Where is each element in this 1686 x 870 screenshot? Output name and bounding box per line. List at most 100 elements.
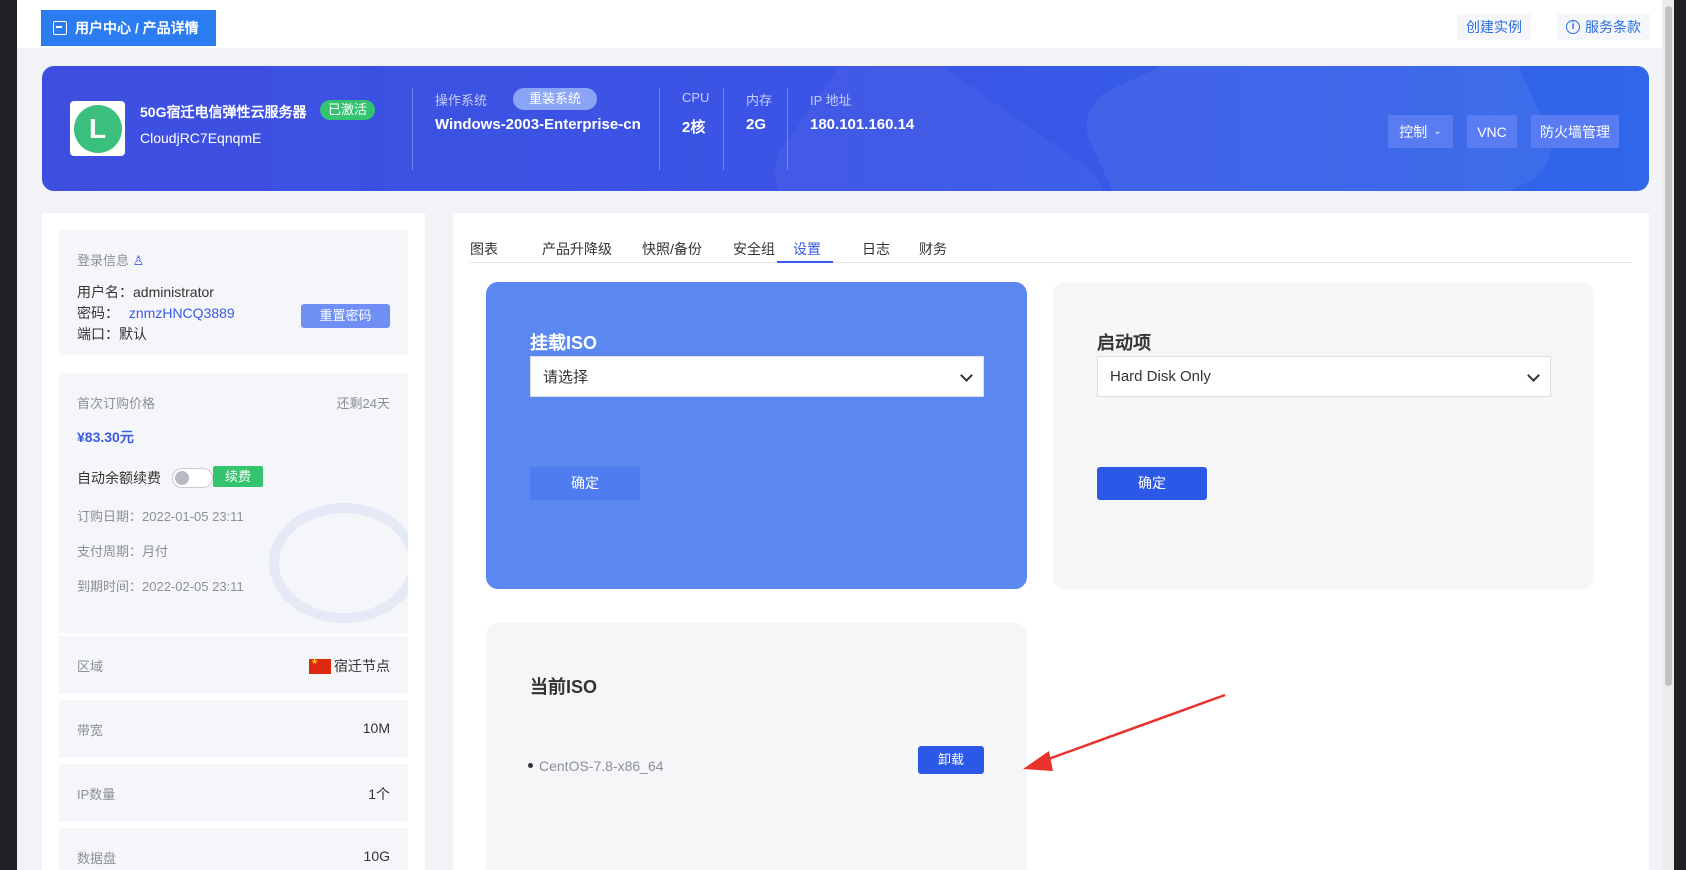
password-row: 密码： znmzHNCQ3889 <box>77 303 235 323</box>
mount-iso-card: 挂载ISO 请选择 确定 <box>486 282 1027 589</box>
chevron-down-icon <box>960 369 973 382</box>
scrollbar[interactable] <box>1662 0 1674 870</box>
status-badge: 已激活 <box>320 100 376 120</box>
info-icon: i <box>1566 20 1580 34</box>
boot-select[interactable]: Hard Disk Only <box>1097 356 1551 397</box>
mount-iso-title: 挂载ISO <box>530 333 598 353</box>
port-label: 端口： <box>77 326 119 342</box>
tab-finance[interactable]: 财务 <box>919 239 947 259</box>
auto-renew-label: 自动余额续费 <box>77 470 161 486</box>
user-icon: ♙ <box>132 253 145 268</box>
data-disk-value: 10G <box>363 848 390 864</box>
reset-password-button[interactable]: 重置密码 <box>301 304 390 328</box>
cpu-label: CPU <box>682 90 710 105</box>
control-label: 控制 <box>1399 123 1428 140</box>
spec-row: 数据盘 10G <box>59 828 408 870</box>
remaining-days: 还剩24天 <box>336 396 390 411</box>
username-label: 用户名： <box>77 284 133 300</box>
create-instance-label: 创建实例 <box>1466 19 1522 35</box>
firewall-button[interactable]: 防火墙管理 <box>1531 115 1619 148</box>
divider <box>787 88 788 170</box>
scrollbar-thumb[interactable] <box>1665 6 1672 686</box>
pay-cycle: 支付周期：月付 <box>77 544 169 559</box>
product-avatar: L <box>70 101 125 156</box>
product-name: 50G宿迁电信弹性云服务器 <box>140 104 307 120</box>
iso-select-placeholder: 请选择 <box>543 369 589 386</box>
bandwidth-label: 带宽 <box>77 723 104 738</box>
service-terms-link[interactable]: i 服务条款 <box>1557 14 1650 40</box>
boot-select-value: Hard Disk Only <box>1110 368 1211 385</box>
tab-chart[interactable]: 图表 <box>470 239 498 259</box>
tab-security-group[interactable]: 安全组 <box>733 239 775 259</box>
china-flag-icon <box>309 657 331 674</box>
ip-count-label: IP数量 <box>77 787 116 802</box>
price-value: ¥83.30元 <box>77 429 134 445</box>
auto-renew-toggle[interactable] <box>172 468 213 488</box>
ip-label: IP 地址 <box>810 93 852 108</box>
service-terms-label: 服务条款 <box>1585 19 1641 35</box>
tab-settings[interactable]: 设置 <box>793 239 821 259</box>
cpu-value: 2核 <box>682 119 706 136</box>
divider <box>659 88 660 170</box>
login-info-card: 登录信息 ♙ 用户名：administrator 密码： znmzHNCQ388… <box>59 230 408 355</box>
current-iso-card: 当前ISO CentOS-7.8-x86_64 卸载 <box>486 623 1027 870</box>
region-value: 宿迁节点 <box>309 656 390 676</box>
port-row: 端口：默认 <box>77 324 147 344</box>
username-value: administrator <box>133 284 214 300</box>
tab-upgrade[interactable]: 产品升降级 <box>542 239 612 259</box>
bandwidth-value: 10M <box>362 720 390 736</box>
spec-row: 带宽 10M <box>59 700 408 758</box>
expire-date: 到期时间：2022-02-05 23:11 <box>77 579 244 594</box>
back-icon <box>53 21 67 35</box>
memory-label: 内存 <box>746 93 773 108</box>
mount-confirm-button[interactable]: 确定 <box>530 467 640 500</box>
avatar-letter: L <box>73 104 122 153</box>
control-dropdown-button[interactable]: 控制 ⌄ <box>1388 115 1453 148</box>
renew-button[interactable]: 续费 <box>213 466 263 487</box>
chevron-down-icon <box>1527 369 1540 382</box>
data-disk-label: 数据盘 <box>77 851 117 866</box>
tab-logs[interactable]: 日志 <box>862 239 890 259</box>
username-row: 用户名：administrator <box>77 282 214 302</box>
region-label: 区域 <box>77 659 104 674</box>
password-label: 密码： <box>77 305 119 321</box>
iso-select[interactable]: 请选择 <box>530 356 984 397</box>
main-panel: 图表 产品升降级 快照/备份 安全组 设置 日志 财务 挂载ISO 请选择 确定… <box>453 213 1649 870</box>
divider <box>723 88 724 170</box>
first-price-label: 首次订购价格 <box>77 396 156 411</box>
current-iso-title: 当前ISO <box>530 677 598 697</box>
reinstall-button[interactable]: 重装系统 <box>513 88 598 110</box>
spec-row: IP数量 1个 <box>59 764 408 822</box>
chevron-down-icon: ⌄ <box>1433 126 1442 137</box>
money-bag-watermark <box>269 503 408 623</box>
top-bar: 用户中心 / 产品详情 创建实例 i 服务条款 <box>17 0 1674 48</box>
active-tab-indicator <box>777 261 833 263</box>
divider <box>412 88 413 170</box>
os-label: 操作系统 <box>435 93 488 108</box>
boot-option-title: 启动项 <box>1097 333 1151 353</box>
breadcrumb[interactable]: 用户中心 / 产品详情 <box>41 10 216 46</box>
create-instance-link[interactable]: 创建实例 <box>1457 14 1531 40</box>
vnc-button[interactable]: VNC <box>1467 115 1517 148</box>
arrow-annotation-icon <box>1023 693 1226 771</box>
tab-snapshot[interactable]: 快照/备份 <box>642 239 702 259</box>
app-frame: 用户中心 / 产品详情 创建实例 i 服务条款 L 50G宿迁电信弹性云服务器 … <box>17 0 1674 870</box>
breadcrumb-label: 用户中心 / 产品详情 <box>75 20 199 36</box>
ip-count-value: 1个 <box>368 786 390 802</box>
memory-value: 2G <box>746 116 767 133</box>
spec-row: 区域 宿迁节点 <box>59 636 408 694</box>
ip-value: 180.101.160.14 <box>810 116 915 133</box>
order-date: 订购日期：2022-01-05 23:11 <box>77 509 244 524</box>
password-value[interactable]: znmzHNCQ3889 <box>129 305 235 321</box>
boot-option-card: 启动项 Hard Disk Only 确定 <box>1053 282 1594 589</box>
boot-confirm-button[interactable]: 确定 <box>1097 467 1207 500</box>
tab-bar: 图表 产品升降级 快照/备份 安全组 设置 日志 财务 <box>470 239 1632 263</box>
current-iso-name: CentOS-7.8-x86_64 <box>528 758 664 774</box>
os-value: Windows-2003-Enterprise-cn <box>435 116 641 133</box>
login-info-title: 登录信息 ♙ <box>77 253 145 268</box>
info-sidebar: 登录信息 ♙ 用户名：administrator 密码： znmzHNCQ388… <box>42 213 425 870</box>
billing-card: 首次订购价格 还剩24天 ¥83.30元 自动余额续费 续费 订购日期：2022… <box>59 373 408 633</box>
port-value: 默认 <box>119 326 147 342</box>
product-id: CloudjRC7EqnqmE <box>140 130 262 146</box>
unmount-iso-button[interactable]: 卸载 <box>918 746 984 774</box>
